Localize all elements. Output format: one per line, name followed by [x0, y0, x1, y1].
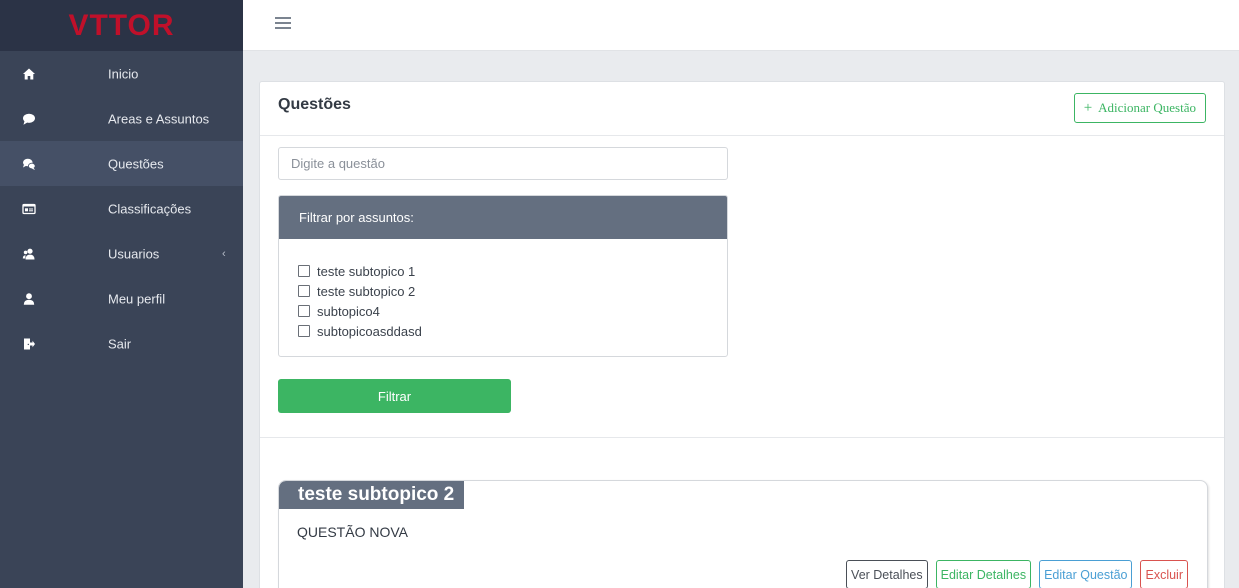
filter-option-label: subtopico4	[317, 303, 380, 319]
view-details-button[interactable]: Ver Detalhes	[846, 560, 928, 588]
sidebar: VTTOR Inicio Areas e Assuntos Questões C…	[0, 0, 243, 588]
filter-options: teste subtopico 1 teste subtopico 2 subt…	[279, 239, 727, 341]
sidebar-item-classificacoes[interactable]: Classificações	[0, 186, 243, 231]
chat-bubbles-icon	[22, 157, 36, 171]
user-icon	[22, 292, 36, 306]
sidebar-item-label: Meu perfil	[108, 291, 166, 306]
sidebar-item-label: Questões	[108, 156, 164, 171]
users-icon	[22, 247, 36, 261]
section-divider	[260, 437, 1224, 438]
brand-logo[interactable]: VTTOR	[68, 9, 174, 43]
questions-panel: Questões + Adicionar Questão Filtrar por…	[259, 81, 1225, 588]
sidebar-item-questoes[interactable]: Questões	[0, 141, 243, 186]
sidebar-item-label: Inicio	[108, 66, 139, 81]
sidebar-item-areas[interactable]: Areas e Assuntos	[0, 96, 243, 141]
filter-checkbox[interactable]	[298, 285, 310, 297]
filter-option-label: teste subtopico 2	[317, 283, 416, 299]
edit-question-button[interactable]: Editar Questão	[1039, 560, 1133, 588]
question-text: QUESTÃO NOVA	[297, 524, 408, 540]
sidebar-item-label: Areas e Assuntos	[108, 111, 210, 126]
filter-heading: Filtrar por assuntos:	[279, 196, 727, 239]
question-actions: Ver Detalhes Editar Detalhes Editar Ques…	[838, 560, 1188, 588]
delete-question-button[interactable]: Excluir	[1140, 560, 1188, 588]
panel-header: Questões + Adicionar Questão	[260, 82, 1224, 136]
sign-out-icon	[22, 337, 36, 351]
sidebar-nav: Inicio Areas e Assuntos Questões Classif…	[0, 51, 243, 366]
speech-bubble-icon	[22, 112, 36, 126]
hamburger-icon[interactable]	[275, 17, 291, 29]
plus-icon: +	[1083, 99, 1093, 116]
filter-option[interactable]: subtopico4	[298, 301, 727, 321]
subject-filter-box: Filtrar por assuntos: teste subtopico 1 …	[278, 195, 728, 357]
edit-details-button[interactable]: Editar Detalhes	[935, 560, 1032, 588]
filter-option[interactable]: teste subtopico 1	[298, 261, 727, 281]
sidebar-item-meu-perfil[interactable]: Meu perfil	[0, 276, 243, 321]
filter-option[interactable]: subtopicoasddasd	[298, 321, 727, 341]
filter-option-label: teste subtopico 1	[317, 263, 416, 279]
question-search-input[interactable]	[278, 147, 728, 180]
filter-checkbox[interactable]	[298, 265, 310, 277]
filter-button[interactable]: Filtrar	[278, 379, 511, 413]
sidebar-item-label: Sair	[108, 336, 132, 351]
filter-option-label: subtopicoasddasd	[317, 323, 422, 339]
page-title: Questões	[278, 96, 351, 113]
filter-checkbox[interactable]	[298, 325, 310, 337]
card-list-icon	[22, 202, 36, 216]
filter-checkbox[interactable]	[298, 305, 310, 317]
sidebar-item-usuarios[interactable]: Usuarios ‹	[0, 231, 243, 276]
filter-option[interactable]: teste subtopico 2	[298, 281, 727, 301]
sidebar-item-label: Usuarios	[108, 246, 160, 261]
sidebar-item-inicio[interactable]: Inicio	[0, 51, 243, 96]
question-subject-tag: teste subtopico 2	[279, 481, 465, 509]
topbar	[243, 0, 1239, 51]
sidebar-item-label: Classificações	[108, 201, 192, 216]
home-icon	[22, 67, 36, 81]
sidebar-item-sair[interactable]: Sair	[0, 321, 243, 366]
question-card: teste subtopico 2 QUESTÃO NOVA Ver Detal…	[278, 480, 1208, 588]
logo-bar: VTTOR	[0, 0, 243, 51]
add-question-label: Adicionar Questão	[1098, 100, 1196, 115]
chevron-left-icon: ‹	[222, 247, 226, 260]
add-question-button[interactable]: + Adicionar Questão	[1073, 93, 1206, 123]
